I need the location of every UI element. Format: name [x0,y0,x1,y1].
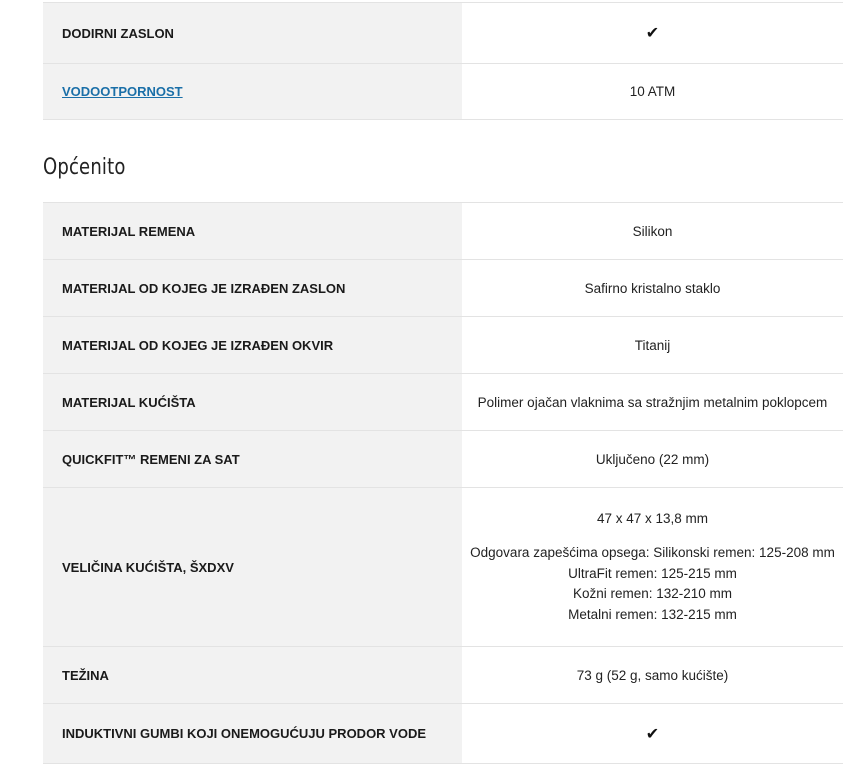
spec-value: Safirno kristalno staklo [462,259,843,317]
spec-label: DODIRNI ZASLON [43,2,462,64]
value-line: Odgovara zapešćima opsega: Silikonski re… [470,545,835,561]
spec-label: MATERIJAL OD KOJEG JE IZRAĐEN ZASLON [43,259,462,317]
spec-label: VELIČINA KUĆIŠTA, ŠXDXV [43,487,462,647]
spec-value: ✔ [462,2,843,64]
spec-label: TEŽINA [43,646,462,704]
spec-value: Titanij [462,316,843,374]
spec-label: INDUKTIVNI GUMBI KOJI ONEMOGUĆUJU PRODOR… [43,703,462,764]
value-line: 47 x 47 x 13,8 mm [596,510,709,526]
checkmark-icon: ✔ [645,725,660,743]
spec-value: Uključeno (22 mm) [462,430,843,488]
value-line: UltraFit remen: 125-215 mm [568,565,737,581]
spec-row: MATERIJAL REMENA Silikon [43,202,843,260]
spec-table-top: DODIRNI ZASLON ✔ VODOOTPORNOST 10 ATM [43,2,843,120]
spec-row: MATERIJAL OD KOJEG JE IZRAĐEN ZASLON Saf… [43,259,843,317]
spec-row: MATERIJAL KUĆIŠTA Polimer ojačan vlaknim… [43,373,843,431]
water-resistance-link[interactable]: VODOOTPORNOST [62,84,183,99]
spec-value: 73 g (52 g, samo kućište) [462,646,843,704]
checkmark-icon: ✔ [645,25,660,42]
spec-value: ✔ [462,703,843,764]
spec-value: 47 x 47 x 13,8 mm Odgovara zapešćima ops… [462,487,843,647]
spec-label: MATERIJAL OD KOJEG JE IZRAĐEN OKVIR [43,316,462,374]
spec-label: QUICKFIT™ REMENI ZA SAT [43,430,462,488]
spec-row: VODOOTPORNOST 10 ATM [43,63,843,120]
spec-row: INDUKTIVNI GUMBI KOJI ONEMOGUĆUJU PRODOR… [43,703,843,764]
spec-row: QUICKFIT™ REMENI ZA SAT Uključeno (22 mm… [43,430,843,488]
spec-value: 10 ATM [462,63,843,120]
spec-table-general: MATERIJAL REMENA Silikon MATERIJAL OD KO… [43,202,843,764]
spec-label: VODOOTPORNOST [43,63,462,120]
spec-row: TEŽINA 73 g (52 g, samo kućište) [43,646,843,704]
value-line: Kožni remen: 132-210 mm [572,586,733,602]
section-title: Općenito [43,155,126,180]
spec-value: Polimer ojačan vlaknima sa stražnjim met… [462,373,843,431]
spec-value: Silikon [462,202,843,260]
value-line: Metalni remen: 132-215 mm [568,606,737,622]
spec-row: DODIRNI ZASLON ✔ [43,2,843,64]
spec-label: MATERIJAL KUĆIŠTA [43,373,462,431]
spec-row: MATERIJAL OD KOJEG JE IZRAĐEN OKVIR Tita… [43,316,843,374]
spec-label: MATERIJAL REMENA [43,202,462,260]
spec-row: VELIČINA KUĆIŠTA, ŠXDXV 47 x 47 x 13,8 m… [43,487,843,647]
